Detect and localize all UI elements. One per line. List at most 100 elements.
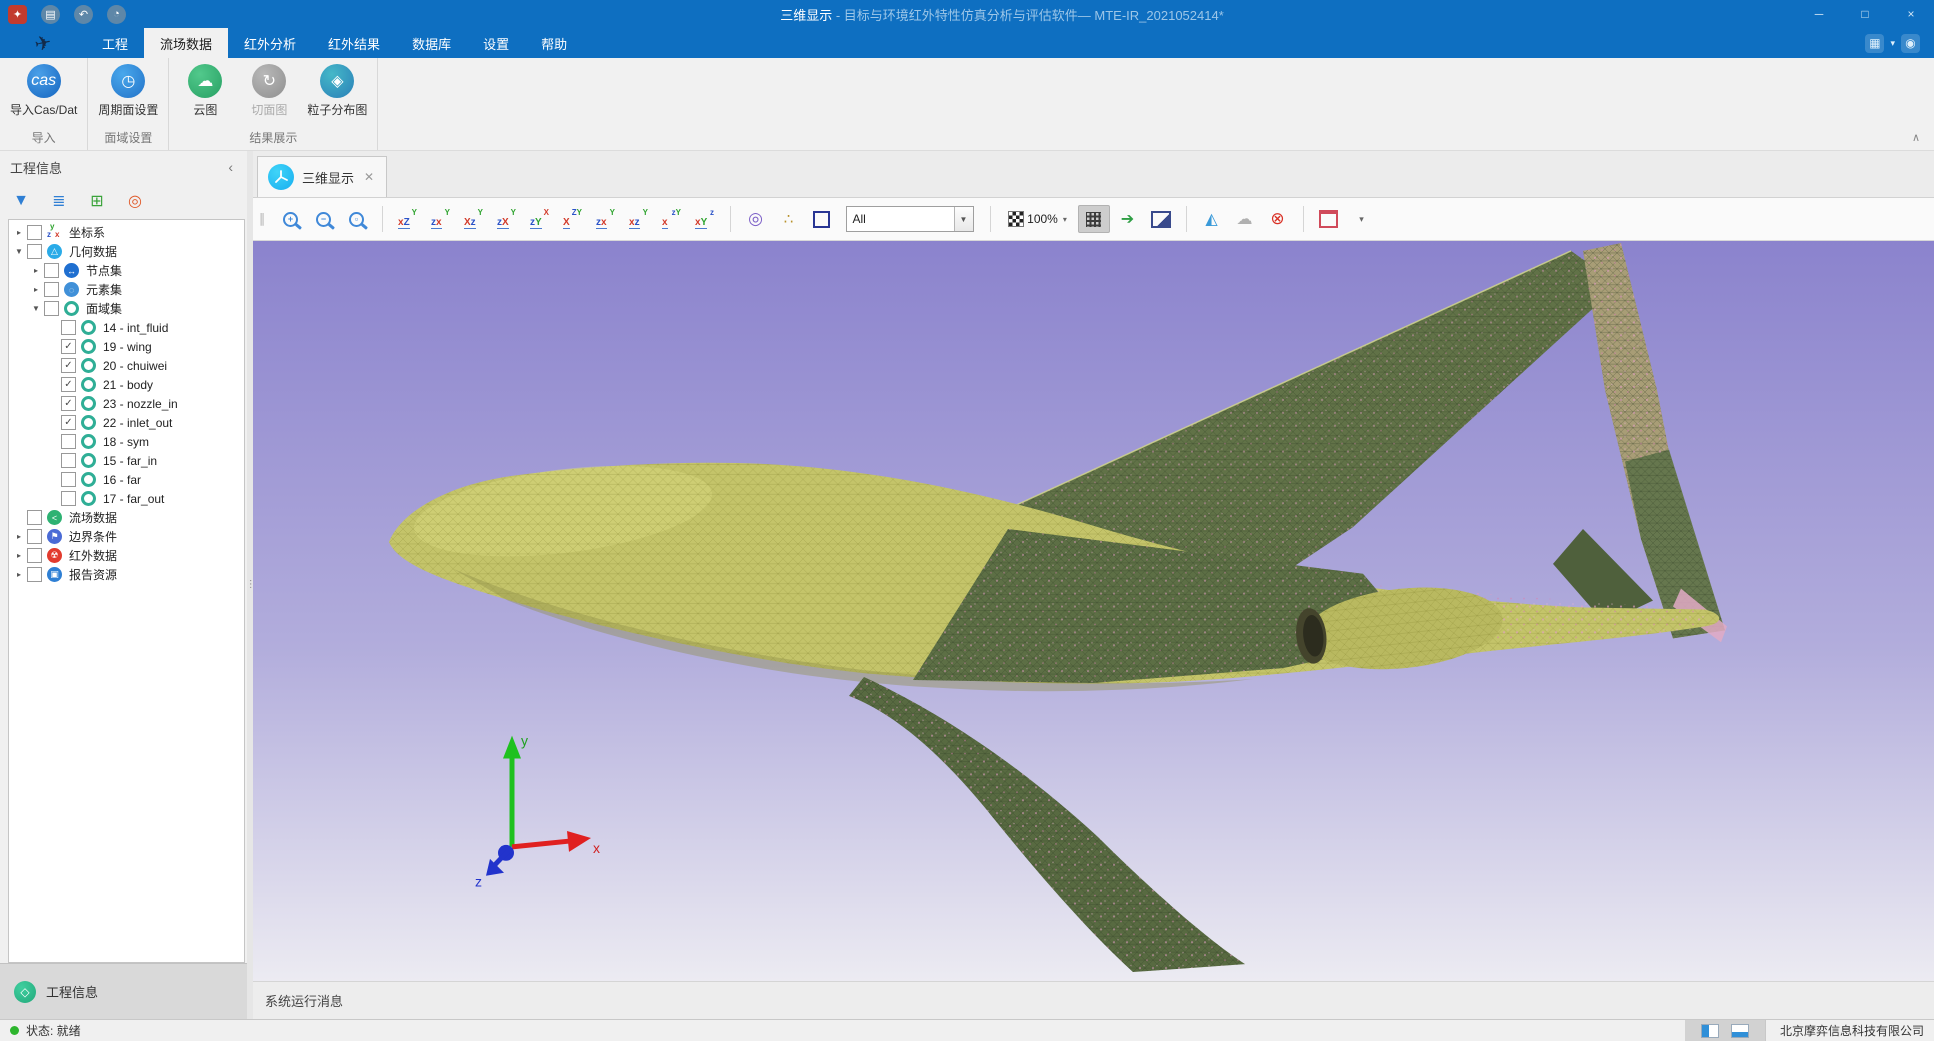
- particle-trace-button[interactable]: ∴: [774, 206, 804, 232]
- tree-item-22-inlet-out[interactable]: ✓22 - inlet_out: [9, 413, 244, 432]
- menubar-caret-icon[interactable]: ▾: [1890, 38, 1895, 49]
- outline-button[interactable]: ≣: [48, 190, 70, 212]
- save-button[interactable]: ▤: [41, 5, 60, 24]
- minimize-button[interactable]: ─: [1796, 0, 1842, 28]
- tree-checkbox[interactable]: ✓: [61, 358, 76, 373]
- tree-checkbox[interactable]: [61, 320, 76, 335]
- tree-expander-icon[interactable]: ▸: [30, 266, 42, 275]
- tree-checkbox[interactable]: [27, 567, 42, 582]
- periodic-surface-button[interactable]: ◷周期面设置: [94, 62, 162, 120]
- tab-3d-view[interactable]: 三维显示 ✕: [257, 156, 387, 197]
- view-back-button[interactable]: Yzx: [426, 206, 456, 232]
- zoom-in-button[interactable]: +: [276, 206, 306, 232]
- tree-checkbox[interactable]: [27, 529, 42, 544]
- particle-distribution-button[interactable]: ◈粒子分布图: [303, 62, 371, 120]
- tree-item-19-wing[interactable]: ✓19 - wing: [9, 337, 244, 356]
- mesh-toggle-button[interactable]: [1078, 205, 1110, 233]
- menu-tab-4[interactable]: 红外结果: [312, 28, 396, 58]
- tree-checkbox[interactable]: ✓: [61, 377, 76, 392]
- box-select-button[interactable]: [807, 206, 837, 232]
- tree-expander-icon[interactable]: ▼: [13, 247, 25, 256]
- tree-item--[interactable]: ▼面域集: [9, 299, 244, 318]
- tree-item-17-far-out[interactable]: 17 - far_out: [9, 489, 244, 508]
- tree-expander-icon[interactable]: ▸: [13, 532, 25, 541]
- tree-item-16-far[interactable]: 16 - far: [9, 470, 244, 489]
- tree-item--[interactable]: <流场数据: [9, 508, 244, 527]
- tree-checkbox[interactable]: [61, 472, 76, 487]
- ribbon-collapse-button[interactable]: ∧: [1912, 131, 1920, 144]
- tree-item--[interactable]: ▼△几何数据: [9, 242, 244, 261]
- close-button[interactable]: ×: [1888, 0, 1934, 28]
- tree-item--[interactable]: ▸☢红外数据: [9, 546, 244, 565]
- menu-tab-2[interactable]: 流场数据: [144, 28, 228, 58]
- combo-dropdown-icon[interactable]: ▼: [954, 207, 973, 231]
- tree-item-20-chuiwei[interactable]: ✓20 - chuiwei: [9, 356, 244, 375]
- menu-tab-1[interactable]: 工程: [86, 28, 144, 58]
- share-outline-button[interactable]: ☁: [1230, 206, 1260, 232]
- tree-item-23-nozzle-in[interactable]: ✓23 - nozzle_in: [9, 394, 244, 413]
- panel-bottom-tab[interactable]: ◇ 工程信息: [0, 963, 247, 1019]
- zoom-fit-button[interactable]: ▫: [342, 206, 372, 232]
- view-iso-2-button[interactable]: Yxz: [624, 206, 654, 232]
- layout-bottom-icon[interactable]: [1731, 1024, 1749, 1038]
- locate-button[interactable]: ◎: [124, 190, 146, 212]
- layout-button[interactable]: ⊞: [86, 190, 108, 212]
- mirror-button[interactable]: ◭: [1197, 206, 1227, 232]
- tree-expander-icon[interactable]: ▸: [13, 228, 25, 237]
- display-settings-button[interactable]: ▦: [1865, 34, 1884, 53]
- menu-tab-7[interactable]: 帮助: [525, 28, 583, 58]
- tree-checkbox[interactable]: ✓: [61, 396, 76, 411]
- view-left-button[interactable]: YXz: [459, 206, 489, 232]
- menu-tab-5[interactable]: 数据库: [396, 28, 467, 58]
- export-view-button[interactable]: ➔: [1113, 206, 1143, 232]
- tree-checkbox[interactable]: [27, 225, 42, 240]
- layout-split-icon[interactable]: [1701, 1024, 1719, 1038]
- view-iso-3-button[interactable]: zYx: [657, 206, 687, 232]
- filter-button[interactable]: ▼: [10, 190, 32, 212]
- tree-expander-icon[interactable]: ▸: [13, 570, 25, 579]
- view-iso-1-button[interactable]: Yzx: [591, 206, 621, 232]
- tree-item--[interactable]: ▸⚑边界条件: [9, 527, 244, 546]
- maximize-button[interactable]: □: [1842, 0, 1888, 28]
- tree-item--[interactable]: ▸yzx坐标系: [9, 223, 244, 242]
- tree-expander-icon[interactable]: ▸: [13, 551, 25, 560]
- tree-checkbox[interactable]: [44, 301, 59, 316]
- tree-checkbox[interactable]: [44, 282, 59, 297]
- tree-checkbox[interactable]: [61, 434, 76, 449]
- tree-checkbox[interactable]: [61, 491, 76, 506]
- tree-item--[interactable]: ▸▣报告资源: [9, 565, 244, 584]
- transparency-control[interactable]: 100%▾: [1001, 206, 1075, 232]
- viewport-3d[interactable]: y x z: [253, 241, 1934, 981]
- tree-expander-icon[interactable]: ▸: [30, 285, 42, 294]
- menu-tab-6[interactable]: 设置: [467, 28, 525, 58]
- tree-item-18-sym[interactable]: 18 - sym: [9, 432, 244, 451]
- view-bottom-button[interactable]: ZYX: [558, 206, 588, 232]
- tree-checkbox[interactable]: [61, 453, 76, 468]
- tree-checkbox[interactable]: [44, 263, 59, 278]
- surface-filter-select[interactable]: All▼: [846, 206, 974, 232]
- save-scene-button[interactable]: [1314, 206, 1344, 232]
- tree-checkbox[interactable]: [27, 510, 42, 525]
- contour-plot-button[interactable]: ☁云图: [175, 62, 235, 120]
- history-button[interactable]: ◔: [107, 5, 126, 24]
- view-iso-4-button[interactable]: zxY: [690, 206, 720, 232]
- tree-checkbox[interactable]: ✓: [61, 415, 76, 430]
- tree-item-21-body[interactable]: ✓21 - body: [9, 375, 244, 394]
- zoom-out-button[interactable]: −: [309, 206, 339, 232]
- import-cas-dat-button[interactable]: cas导入Cas/Dat: [6, 62, 81, 120]
- tree-item-15-far-in[interactable]: 15 - far_in: [9, 451, 244, 470]
- tree-item--[interactable]: ▸↔节点集: [9, 261, 244, 280]
- tree-checkbox[interactable]: ✓: [61, 339, 76, 354]
- camera-button[interactable]: ◎: [741, 206, 771, 232]
- clear-scene-button[interactable]: ⊗: [1263, 206, 1293, 232]
- tree-expander-icon[interactable]: ▼: [30, 304, 42, 313]
- toolbar-grip-handle[interactable]: ∥: [259, 211, 267, 227]
- snapshot-button[interactable]: [1146, 206, 1176, 232]
- tree-item--[interactable]: ▸◌元素集: [9, 280, 244, 299]
- tree-item-14-int-fluid[interactable]: 14 - int_fluid: [9, 318, 244, 337]
- tree-checkbox[interactable]: [27, 244, 42, 259]
- view-front-button[interactable]: YxZ: [393, 206, 423, 232]
- view-right-button[interactable]: YzX: [492, 206, 522, 232]
- view-top-button[interactable]: XzY: [525, 206, 555, 232]
- panel-collapse-button[interactable]: ‹: [224, 159, 237, 175]
